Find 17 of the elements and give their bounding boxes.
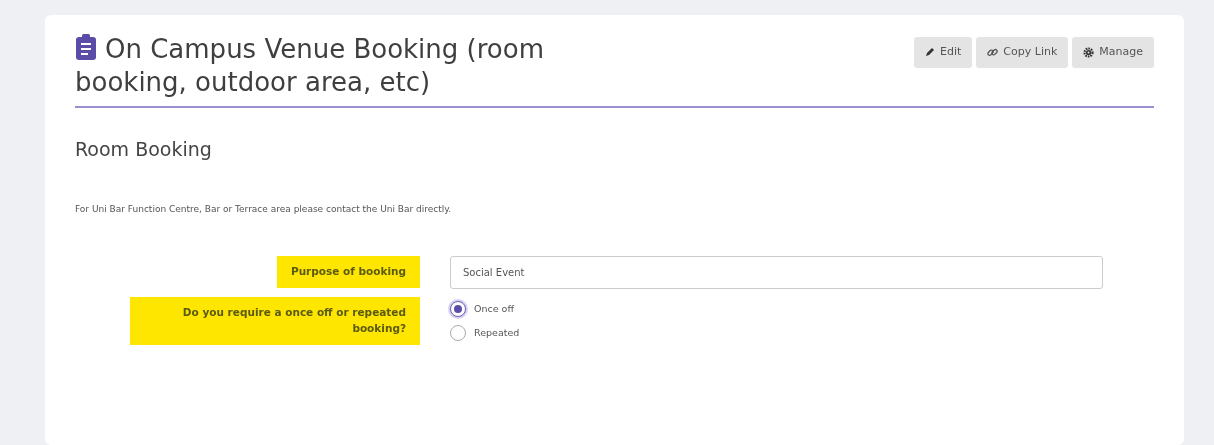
manage-button[interactable]: Manage <box>1072 37 1154 68</box>
link-icon <box>987 46 999 58</box>
radio-label: Once off <box>474 302 514 317</box>
section-heading: Room Booking <box>75 138 213 161</box>
field-label: Do you require a once off or repeated booking? <box>130 297 420 345</box>
radio-label: Repeated <box>474 326 520 341</box>
radio-button[interactable] <box>450 325 466 342</box>
pencil-icon <box>925 47 936 58</box>
gear-icon <box>1083 46 1095 58</box>
radio-button[interactable] <box>450 301 466 318</box>
info-text: For Uni Bar Function Centre, Bar or Terrace area please contact the Uni Bar directly. <box>75 202 453 216</box>
link-button[interactable]: Copy Link <box>976 37 1069 68</box>
clipboard-icon <box>75 34 97 60</box>
page-title: On Campus Venue Booking (room booking, outdoor area, etc) <box>75 33 545 98</box>
edit-button[interactable]: Edit <box>914 37 973 68</box>
field-label: Purpose of booking <box>276 256 420 289</box>
purpose-input-field[interactable]: Social Event <box>450 256 1103 290</box>
